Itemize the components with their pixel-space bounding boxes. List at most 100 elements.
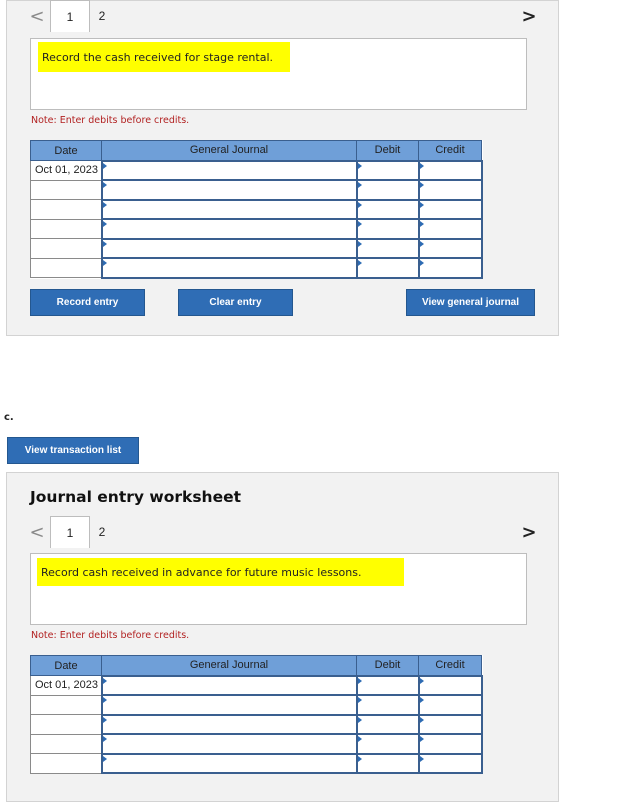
section-label: c. — [4, 412, 14, 423]
table-row — [30, 179, 483, 201]
debit-input[interactable] — [355, 674, 420, 696]
dropdown-marker-icon — [102, 221, 107, 227]
prev-arrow-icon[interactable]: < — [24, 0, 50, 32]
credit-input[interactable] — [417, 159, 483, 181]
account-input[interactable] — [100, 674, 358, 696]
dropdown-marker-icon — [357, 162, 362, 169]
general-journal-table: Date General Journal Debit Credit Oct 01… — [30, 140, 483, 279]
date-cell — [30, 694, 102, 715]
debit-input[interactable] — [355, 179, 420, 201]
dropdown-marker-icon — [102, 697, 107, 703]
credit-input[interactable] — [417, 694, 483, 716]
tab-2[interactable]: 2 — [90, 0, 114, 32]
general-journal-table: Date General Journal Debit Credit Oct 01… — [30, 655, 483, 774]
account-input[interactable] — [100, 694, 358, 716]
prev-arrow-icon[interactable]: < — [24, 516, 50, 548]
dropdown-marker-icon — [102, 260, 107, 266]
record-entry-button[interactable]: Record entry — [30, 289, 145, 316]
date-cell — [30, 257, 102, 278]
credit-column-header: Credit — [418, 140, 482, 161]
dropdown-marker-icon — [357, 240, 362, 247]
dropdown-marker-icon — [357, 201, 362, 208]
view-general-journal-button[interactable]: View general journal — [406, 289, 535, 316]
credit-input[interactable] — [417, 179, 483, 201]
dropdown-marker-icon — [102, 201, 107, 208]
date-cell — [30, 199, 102, 220]
dropdown-marker-icon — [357, 697, 362, 703]
dropdown-marker-icon — [102, 162, 107, 169]
credit-input[interactable] — [417, 257, 483, 279]
credit-input[interactable] — [417, 237, 483, 259]
account-input[interactable] — [100, 752, 358, 774]
debit-input[interactable] — [355, 733, 420, 755]
credit-input[interactable] — [417, 218, 483, 240]
credit-input[interactable] — [417, 674, 483, 696]
debit-input[interactable] — [355, 257, 420, 279]
dropdown-marker-icon — [102, 755, 107, 762]
table-row — [30, 257, 483, 279]
dropdown-marker-icon — [357, 716, 362, 723]
date-cell — [30, 238, 102, 259]
dropdown-marker-icon — [357, 182, 362, 188]
debit-input[interactable] — [355, 713, 420, 735]
debit-input[interactable] — [355, 237, 420, 259]
transaction-description: Record cash received in advance for futu… — [37, 558, 404, 586]
date-cell: Oct 01, 2023 — [30, 675, 102, 696]
debit-input[interactable] — [355, 752, 420, 774]
next-arrow-icon[interactable]: > — [516, 517, 542, 547]
dropdown-marker-icon — [102, 736, 107, 742]
table-row — [30, 237, 483, 259]
date-cell — [30, 714, 102, 735]
account-input[interactable] — [100, 159, 358, 181]
clear-entry-button[interactable]: Clear entry — [178, 289, 293, 316]
dropdown-marker-icon — [419, 201, 424, 208]
dropdown-marker-icon — [357, 221, 362, 227]
debit-input[interactable] — [355, 694, 420, 716]
credit-input[interactable] — [417, 198, 483, 220]
dropdown-marker-icon — [102, 677, 107, 684]
worksheet-heading: Journal entry worksheet — [30, 488, 242, 506]
worksheet-tabs-bottom: < 1 2 — [24, 516, 114, 548]
account-input[interactable] — [100, 179, 358, 201]
dropdown-marker-icon — [419, 240, 424, 247]
dropdown-marker-icon — [419, 182, 424, 188]
debit-input[interactable] — [355, 159, 420, 181]
account-input[interactable] — [100, 218, 358, 240]
dropdown-marker-icon — [102, 182, 107, 188]
credit-input[interactable] — [417, 713, 483, 735]
date-cell — [30, 753, 102, 774]
dropdown-marker-icon — [419, 162, 424, 169]
dropdown-marker-icon — [357, 755, 362, 762]
general-journal-column-header: General Journal — [101, 140, 357, 161]
debit-column-header: Debit — [356, 655, 419, 676]
table-row: Oct 01, 2023 — [30, 674, 483, 696]
debits-credits-note: Note: Enter debits before credits. — [31, 115, 190, 126]
table-row — [30, 198, 483, 220]
general-journal-column-header: General Journal — [101, 655, 357, 676]
date-column-header: Date — [30, 140, 102, 161]
account-input[interactable] — [100, 713, 358, 735]
credit-input[interactable] — [417, 752, 483, 774]
date-cell — [30, 179, 102, 200]
dropdown-marker-icon — [419, 677, 424, 684]
tab-1[interactable]: 1 — [50, 0, 90, 32]
dropdown-marker-icon — [419, 736, 424, 742]
account-input[interactable] — [100, 733, 358, 755]
view-transaction-list-button[interactable]: View transaction list — [7, 437, 139, 464]
tab-1[interactable]: 1 — [50, 516, 90, 548]
account-input[interactable] — [100, 237, 358, 259]
dropdown-marker-icon — [419, 716, 424, 723]
account-input[interactable] — [100, 198, 358, 220]
table-row — [30, 733, 483, 755]
tab-2[interactable]: 2 — [90, 516, 114, 548]
account-input[interactable] — [100, 257, 358, 279]
date-column-header: Date — [30, 655, 102, 676]
next-arrow-icon[interactable]: > — [516, 1, 542, 31]
debit-input[interactable] — [355, 218, 420, 240]
worksheet-tabs-top: < 1 2 — [24, 0, 114, 32]
credit-input[interactable] — [417, 733, 483, 755]
debit-input[interactable] — [355, 198, 420, 220]
dropdown-marker-icon — [357, 260, 362, 266]
date-cell — [30, 733, 102, 754]
dropdown-marker-icon — [102, 240, 107, 247]
